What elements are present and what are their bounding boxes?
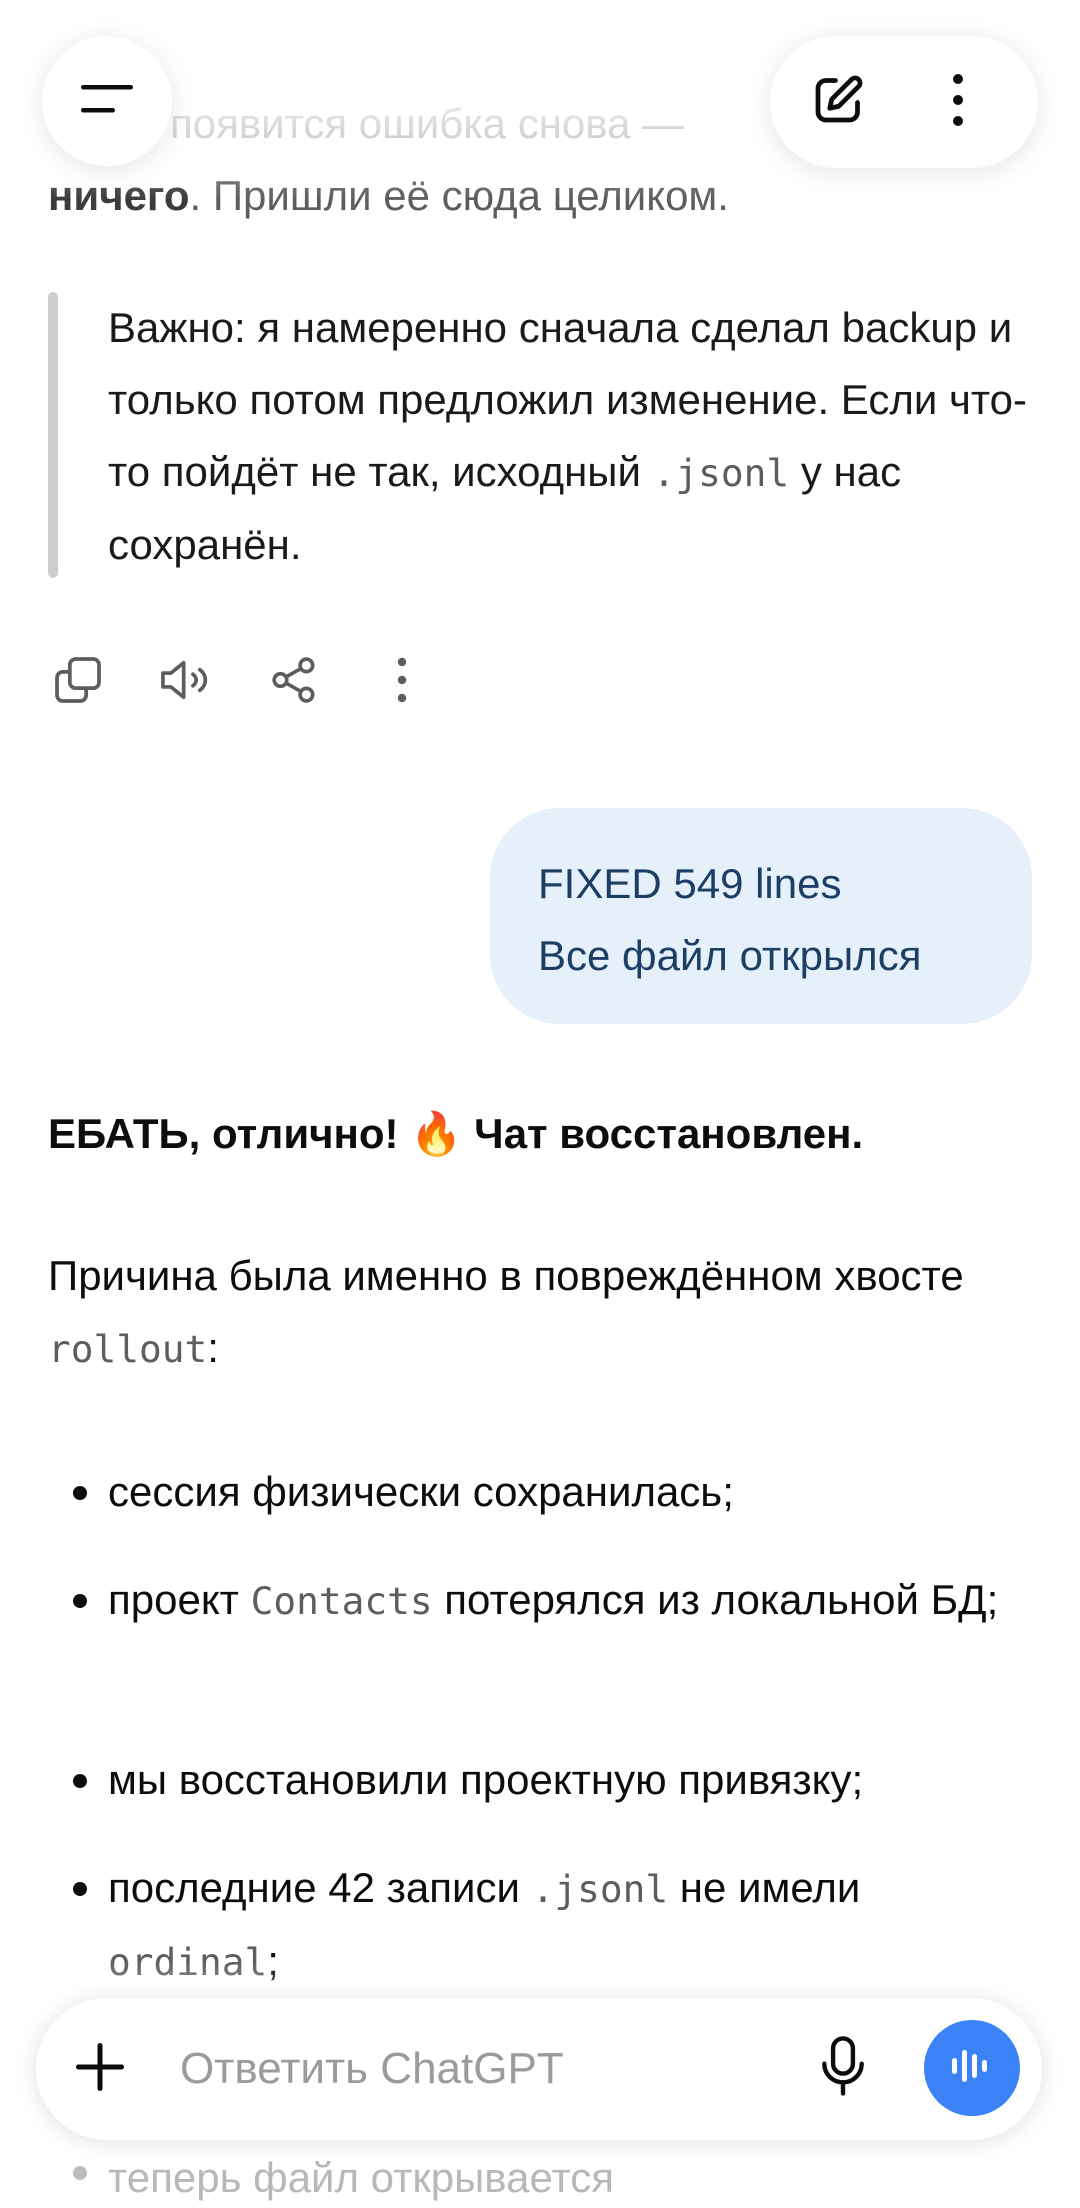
read-aloud-icon <box>156 652 216 713</box>
sidebar-menu-button[interactable] <box>42 36 172 166</box>
more-vertical-icon <box>394 654 410 711</box>
bullet-dot <box>73 1774 87 1788</box>
user-message-line-1: FIXED 549 lines <box>538 860 842 907</box>
copy-button[interactable] <box>46 650 110 714</box>
fire-emoji: 🔥 <box>410 1110 463 1157</box>
dictate-button[interactable] <box>804 2030 882 2108</box>
copy-icon <box>50 652 106 713</box>
message-composer: Ответить ChatGPT <box>36 1998 1042 2140</box>
bullet-dot <box>73 1594 87 1608</box>
reply-input[interactable]: Ответить ChatGPT <box>180 2036 564 2102</box>
plus-icon <box>72 2039 128 2100</box>
fragment-bold-word: ничего <box>48 172 190 219</box>
blockquote: Важно: я намеренно сначала сделал backup… <box>48 292 1027 578</box>
waveform-icon <box>948 2044 996 2093</box>
bullet-dot <box>73 1486 87 1500</box>
heading-text-1: ЕБАТЬ, отлично! <box>48 1110 411 1157</box>
more-options-button[interactable] <box>920 64 996 140</box>
list-item-text: сессия физически сохранилась; <box>108 1468 734 1515</box>
more-vertical-icon <box>950 70 966 135</box>
share-button[interactable] <box>262 650 326 714</box>
inline-code: Contacts <box>250 1579 433 1623</box>
list-item-text: не имели <box>668 1864 861 1911</box>
microphone-icon <box>816 2034 870 2105</box>
cause-text: Причина была именно в повреждённом хвост… <box>48 1252 964 1299</box>
fragment-line-2-rest: . Пришли её сюда целиком. <box>189 172 729 219</box>
heading-text-2: Чат восстановлен. <box>462 1110 864 1157</box>
partial-list-item: теперь файл открывается <box>108 2154 614 2201</box>
read-aloud-button[interactable] <box>154 650 218 714</box>
list-item-text: проект <box>108 1576 251 1623</box>
fragment-line-2: ничего. Пришли её сюда целиком. <box>48 160 729 232</box>
inline-code: .jsonl <box>652 451 790 495</box>
bullet-dot <box>73 2166 87 2180</box>
list-item-text: последние 42 записи <box>108 1864 532 1911</box>
add-attachment-button[interactable] <box>64 2033 136 2105</box>
bullet-dot <box>73 1882 87 1896</box>
more-actions-button[interactable] <box>370 650 434 714</box>
share-icon <box>267 653 321 712</box>
user-message-bubble[interactable]: FIXED 549 lines Все файл открылся <box>490 808 1032 1024</box>
assistant-heading: ЕБАТЬ, отлично! 🔥 Чат восстановлен. <box>48 1098 1038 1170</box>
voice-mode-button[interactable] <box>924 2020 1020 2116</box>
inline-code: rollout <box>48 1327 208 1371</box>
user-message-line-2: Все файл открылся <box>538 932 922 979</box>
list-item-text: потерялся из локальной БД; <box>432 1576 999 1623</box>
edit-icon <box>808 70 868 135</box>
fragment-line-1: появится ошибка снова — <box>170 100 685 147</box>
cause-end: : <box>207 1324 219 1371</box>
cause-paragraph: Причина была именно в повреждённом хвост… <box>48 1240 1038 1385</box>
inline-code: .jsonl <box>531 1867 669 1911</box>
menu-icon <box>79 79 135 124</box>
new-chat-button[interactable] <box>800 64 876 140</box>
blockquote-text: Важно: я намеренно сначала сделал backup… <box>108 292 1028 581</box>
header-actions <box>770 36 1038 168</box>
blockquote-bar <box>48 292 58 578</box>
list-item-text: мы восстановили проектную привязку; <box>108 1756 864 1803</box>
